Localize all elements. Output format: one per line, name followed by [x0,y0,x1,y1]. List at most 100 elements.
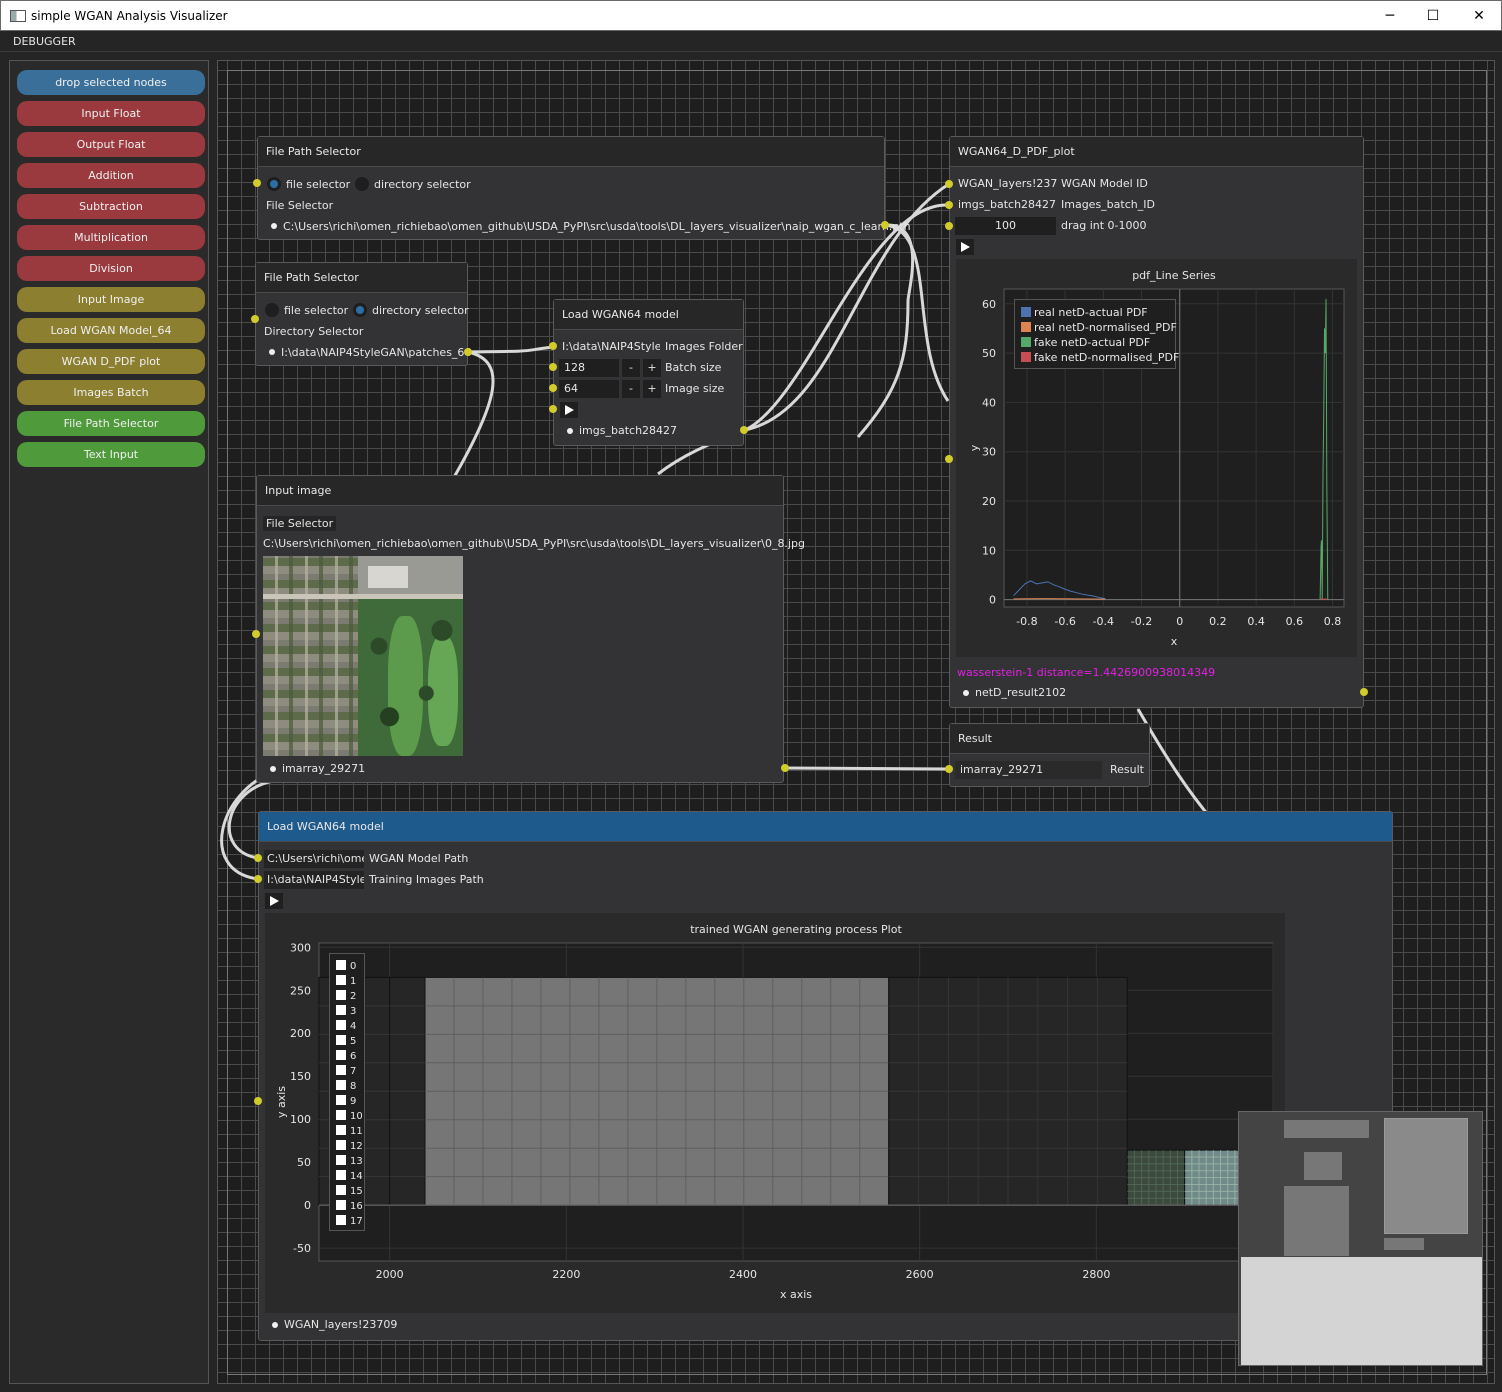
run-pin[interactable] [549,405,557,413]
addition-button[interactable]: Addition [17,163,205,188]
checkbox-box[interactable] [336,1065,346,1075]
image-size-pin[interactable] [549,384,557,392]
load-wgan-model-node[interactable]: Load WGAN64 model C:\Users\richi\omen_ri… [258,811,1393,1341]
text-input-button[interactable]: Text Input [17,442,205,467]
layer-checkbox[interactable]: 9 [336,1095,356,1107]
legend-item[interactable]: real netD-normalised_PDF [1021,321,1177,334]
images-batch-button[interactable]: Images Batch [17,380,205,405]
legend-item[interactable]: real netD-actual PDF [1021,306,1148,319]
model-path-pin[interactable] [254,854,262,862]
output-pin[interactable] [1360,688,1368,696]
checkbox-box[interactable] [336,1140,346,1150]
file-selector-radio[interactable] [265,303,279,317]
legend-item[interactable]: fake netD-actual PDF [1021,336,1150,349]
run-button[interactable] [560,402,578,418]
checkbox-box[interactable] [336,1050,346,1060]
run-pin[interactable] [945,455,953,463]
model-path-input[interactable]: C:\Users\richi\omen_richiebao [264,850,364,868]
checkbox-box[interactable] [336,1200,346,1210]
wgan-d-pdf-plot-node[interactable]: WGAN64_D_PDF_plot WGAN_layers!23709 WGAN… [949,136,1364,708]
output-pin[interactable] [781,764,789,772]
minimap-viewport[interactable] [1241,1257,1482,1365]
node-title[interactable]: File Path Selector [258,137,884,167]
images-folder-pin[interactable] [549,342,557,350]
layer-checkbox[interactable]: 1 [336,975,356,987]
checkbox-box[interactable] [336,1185,346,1195]
checkbox-box[interactable] [336,1110,346,1120]
node-title[interactable]: File Path Selector [256,263,467,293]
minimap[interactable] [1238,1111,1483,1366]
input-image-node[interactable]: Input image File Selector C:\Users\richi… [256,475,805,783]
layer-legend[interactable]: 0 1 2 3 4 5 6 7 8 9 10 11 12 13 14 15 16… [329,953,365,1231]
images-batch-node[interactable]: Load WGAN64 model I:\data\NAIP4StyleGAN\… [553,299,744,446]
checkbox-box[interactable] [336,1020,346,1030]
layer-checkbox[interactable]: 7 [336,1065,356,1077]
layer-checkbox[interactable]: 17 [336,1215,363,1227]
layer-checkbox[interactable]: 13 [336,1155,363,1167]
output-pin[interactable] [881,221,889,229]
image-size-increment[interactable]: + [643,380,661,398]
input-image-button[interactable]: Input Image [17,287,205,312]
node-title[interactable]: Result [950,724,1149,754]
layer-checkbox[interactable]: 8 [336,1080,356,1092]
node-title[interactable]: WGAN64_D_PDF_plot [950,137,1363,167]
layer-checkbox[interactable]: 4 [336,1020,356,1032]
layer-checkbox[interactable]: 10 [336,1110,363,1122]
output-pin[interactable] [464,348,472,356]
batch-size-decrement[interactable]: - [622,359,640,377]
division-button[interactable]: Division [17,256,205,281]
layer-checkbox[interactable]: 5 [336,1035,356,1047]
minimize-button[interactable]: ─ [1367,1,1413,31]
pdf-legend[interactable]: real netD-actual PDF real netD-normalise… [1014,299,1179,369]
model-id-input[interactable]: WGAN_layers!23709 [955,175,1058,193]
pdf-line-series-plot[interactable]: pdf_Line Series -0.8 -0.6 -0.4 -0.2 0 0.2 0.4 0.… [956,259,1357,657]
checkbox-box[interactable] [336,1095,346,1105]
image-size-decrement[interactable]: - [622,380,640,398]
drag-int-slider[interactable]: 100 [955,217,1056,235]
training-images-path-input[interactable]: I:\data\NAIP4StyleGAN\patches_64 [264,871,364,889]
layer-checkbox[interactable]: 12 [336,1140,363,1152]
images-batch-id-input[interactable]: imgs_batch28427 [955,196,1058,214]
checkbox-box[interactable] [336,1170,346,1180]
file-path-selector-button[interactable]: File Path Selector [17,411,205,436]
model-id-pin[interactable] [945,180,953,188]
subtraction-button[interactable]: Subtraction [17,194,205,219]
checkbox-box[interactable] [336,1080,346,1090]
layer-checkbox[interactable]: 6 [336,1050,356,1062]
training-path-pin[interactable] [254,875,262,883]
legend-item[interactable]: fake netD-normalised_PDF [1021,351,1179,364]
layer-checkbox[interactable]: 15 [336,1185,363,1197]
image-size-input[interactable]: 64 [559,380,619,398]
file-selector-radio[interactable] [267,177,281,191]
wgan-d-pdf-plot-button[interactable]: WGAN D_PDF plot [17,349,205,374]
checkbox-box[interactable] [336,1155,346,1165]
images-batch-pin[interactable] [945,201,953,209]
input-pin[interactable] [253,179,261,187]
file-selector-button[interactable]: File Selector [263,516,337,531]
generating-process-plot[interactable]: trained WGAN generating process Plot 2000… [265,913,1287,1313]
drag-int-pin[interactable] [945,222,953,230]
close-button[interactable]: ✕ [1456,1,1502,31]
node-title[interactable]: Load WGAN64 model [554,300,743,330]
checkbox-box[interactable] [336,1215,346,1225]
node-title[interactable]: Load WGAN64 model [259,812,1392,842]
run-button[interactable] [265,893,283,909]
layer-checkbox[interactable]: 0 [336,960,356,972]
checkbox-box[interactable] [336,1125,346,1135]
result-node[interactable]: Result imarray_29271 Result [949,723,1150,787]
output-float-button[interactable]: Output Float [17,132,205,157]
output-pin[interactable] [740,426,748,434]
directory-selector-radio[interactable] [353,303,367,317]
run-button[interactable] [956,239,974,255]
file-path-selector-node[interactable]: File Path Selector file selector directo… [257,136,911,240]
multiplication-button[interactable]: Multiplication [17,225,205,250]
images-folder-input[interactable]: I:\data\NAIP4StyleGAN\patches_64 [559,338,660,356]
checkbox-box[interactable] [336,975,346,985]
checkbox-box[interactable] [336,1035,346,1045]
layer-checkbox[interactable]: 3 [336,1005,356,1017]
batch-size-pin[interactable] [549,363,557,371]
layer-checkbox[interactable]: 2 [336,990,356,1002]
checkbox-box[interactable] [336,1005,346,1015]
input-pin[interactable] [251,315,259,323]
batch-size-input[interactable]: 128 [559,359,619,377]
